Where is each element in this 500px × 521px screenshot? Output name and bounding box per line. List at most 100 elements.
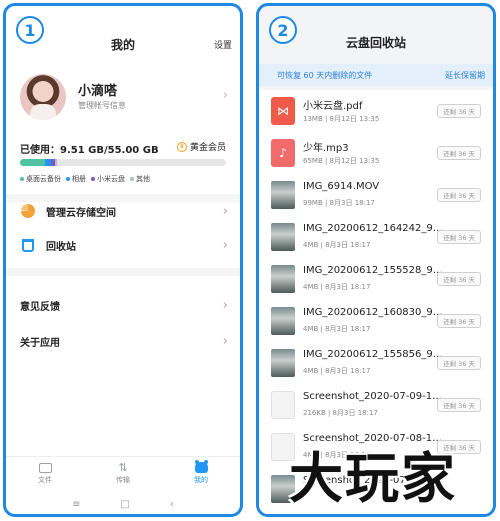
days-remaining-badge: 还剩 36 天 [437, 104, 481, 118]
tab-me[interactable]: 我的 [162, 457, 240, 490]
file-thumbnail [271, 181, 295, 209]
file-meta: 4MB | 8月3日 18:17 [303, 325, 371, 333]
folder-icon [38, 462, 52, 473]
tab-transfer[interactable]: ⇅ 传输 [84, 457, 162, 490]
menu-recycle-bin[interactable]: 回收站 › [20, 232, 228, 258]
legend-dot [66, 177, 70, 181]
file-thumbnail [271, 223, 295, 251]
section-divider [6, 268, 240, 276]
days-remaining-badge: 还剩 36 天 [437, 314, 481, 328]
chevron-right-icon: › [222, 297, 228, 313]
menu-label: 意见反馈 [20, 301, 60, 313]
settings-link[interactable]: 设置 [214, 38, 232, 51]
file-name: IMG_20200612_164242_9143... [303, 223, 443, 234]
legend-label: 相册 [72, 175, 86, 183]
legend-dot [20, 177, 24, 181]
thumb-glyph: ⋈ [277, 104, 289, 118]
transfer-icon: ⇅ [118, 460, 128, 474]
home-button[interactable]: □ [120, 499, 129, 510]
screenshot-root: 1 我的 设置 小滴嗒 管理帐号信息 › 已使用：9.51 GB/55.00 G… [0, 0, 500, 521]
trash-bin-icon [20, 237, 36, 253]
menu-feedback[interactable]: 意见反馈 › [20, 292, 228, 318]
legend-label: 其他 [136, 175, 150, 183]
file-name: 少年.mp3 [303, 143, 349, 154]
chevron-right-icon: › [222, 203, 228, 219]
menu-label: 关于应用 [20, 337, 60, 349]
file-thumbnail [271, 307, 295, 335]
file-row[interactable]: IMG_20200612_155856_9143... 4MB | 8月3日 18… [259, 342, 493, 384]
file-thumbnail [271, 349, 295, 377]
profile-card[interactable]: 小滴嗒 管理帐号信息 › [20, 74, 228, 124]
file-meta: 4MB | 8月3日 18:17 [303, 367, 371, 375]
file-meta: 216KB | 8月3日 18:17 [303, 409, 378, 417]
file-name: IMG_20200612_155856_9143... [303, 349, 443, 360]
chevron-right-icon: › [222, 333, 228, 349]
file-row[interactable]: IMG_6914.MOV 99MB | 8月3日 18:17 还剩 36 天 [259, 174, 493, 216]
chevron-right-icon: › [222, 237, 228, 253]
chevron-right-icon: › [222, 88, 228, 103]
storage-usage-bar [20, 159, 226, 166]
file-name: IMG_20200612_160830_9143... [303, 307, 443, 318]
legend-label: 桌面云备份 [26, 175, 61, 183]
file-thumbnail [271, 391, 295, 419]
file-name: 小米云盘.pdf [303, 101, 363, 112]
storage-segment [20, 159, 45, 166]
file-name: IMG_6914.MOV [303, 181, 380, 192]
legend-dot [91, 177, 95, 181]
profile-icon [194, 460, 208, 473]
pie-chart-icon [20, 203, 36, 219]
vip-label: 黄金会员 [189, 143, 226, 153]
file-name: IMG_20200612_155528_9143... [303, 265, 443, 276]
days-remaining-badge: 还剩 36 天 [437, 146, 481, 160]
file-thumbnail [271, 265, 295, 293]
page-title: 云盘回收站 [345, 36, 406, 50]
file-meta: 4MB | 8月3日 18:17 [303, 283, 371, 291]
file-row[interactable]: ⋈ 小米云盘.pdf 13MB | 8月12日 13:35 还剩 36 天 [259, 90, 493, 132]
manage-account-label: 管理帐号信息 [78, 101, 126, 110]
legend-dot [130, 177, 134, 181]
legend-item: 相册 [66, 174, 86, 184]
watermark-logo: 大玩家 [289, 446, 457, 510]
menu-label: 回收站 [46, 241, 76, 253]
menu-button[interactable]: ≡ [72, 499, 80, 510]
file-row[interactable]: IMG_20200612_155528_9143... 4MB | 8月3日 18… [259, 258, 493, 300]
file-meta: 99MB | 8月3日 18:17 [303, 199, 375, 207]
file-meta: 13MB | 8月12日 13:35 [303, 115, 380, 123]
file-row[interactable]: IMG_20200612_160830_9143... 4MB | 8月3日 18… [259, 300, 493, 342]
legend-label: 小米云盘 [97, 175, 125, 183]
system-nav-bar: ≡ □ ‹ [6, 493, 240, 514]
back-button[interactable]: ‹ [170, 499, 174, 510]
file-meta: 4MB | 8月3日 18:17 [303, 241, 371, 249]
tab-label: 我的 [194, 476, 208, 484]
vip-badge[interactable]: ♛ 黄金会员 [176, 140, 226, 153]
storage-segment [55, 159, 58, 166]
tab-label: 传输 [116, 475, 130, 484]
page-title: 我的 [110, 38, 135, 52]
days-remaining-badge: 还剩 36 天 [437, 230, 481, 244]
days-remaining-badge: 还剩 36 天 [437, 272, 481, 286]
avatar [20, 74, 66, 120]
storage-legend: 桌面云备份 相册 小米云盘 其他 [20, 174, 230, 184]
tab-files[interactable]: 文件 [6, 457, 84, 490]
days-remaining-badge: 还剩 36 天 [437, 356, 481, 370]
legend-item: 其他 [130, 174, 150, 184]
retention-banner: 可恢复 60 天内删除的文件 延长保留期 [259, 64, 493, 86]
file-row[interactable]: IMG_20200612_164242_9143... 4MB | 8月3日 18… [259, 216, 493, 258]
tab-label: 文件 [38, 475, 52, 484]
retention-info: 可恢复 60 天内删除的文件 [277, 70, 373, 80]
days-remaining-badge: 还剩 36 天 [437, 398, 481, 412]
legend-item: 桌面云备份 [20, 174, 61, 184]
menu-manage-storage[interactable]: 管理云存储空间 › [20, 198, 228, 224]
menu-label: 管理云存储空间 [46, 207, 116, 219]
extend-retention-link[interactable]: 延长保留期 [445, 70, 485, 81]
file-row[interactable]: ♪ 少年.mp3 65MB | 8月12日 13:35 还剩 36 天 [259, 132, 493, 174]
crown-icon: ♛ [176, 141, 187, 152]
file-row[interactable]: Screenshot_2020-07-09-15-15... 216KB | 8月… [259, 384, 493, 426]
file-name: Screenshot_2020-07-09-15-15... [303, 391, 443, 402]
days-remaining-badge: 还剩 36 天 [437, 188, 481, 202]
file-meta: 65MB | 8月12日 13:35 [303, 157, 380, 165]
thumb-glyph: ♪ [279, 146, 287, 160]
menu-about[interactable]: 关于应用 › [20, 328, 228, 354]
bottom-nav: 文件 ⇅ 传输 我的 [6, 456, 240, 490]
storage-used-text: 已使用：9.51 GB/55.00 GB [20, 145, 159, 156]
